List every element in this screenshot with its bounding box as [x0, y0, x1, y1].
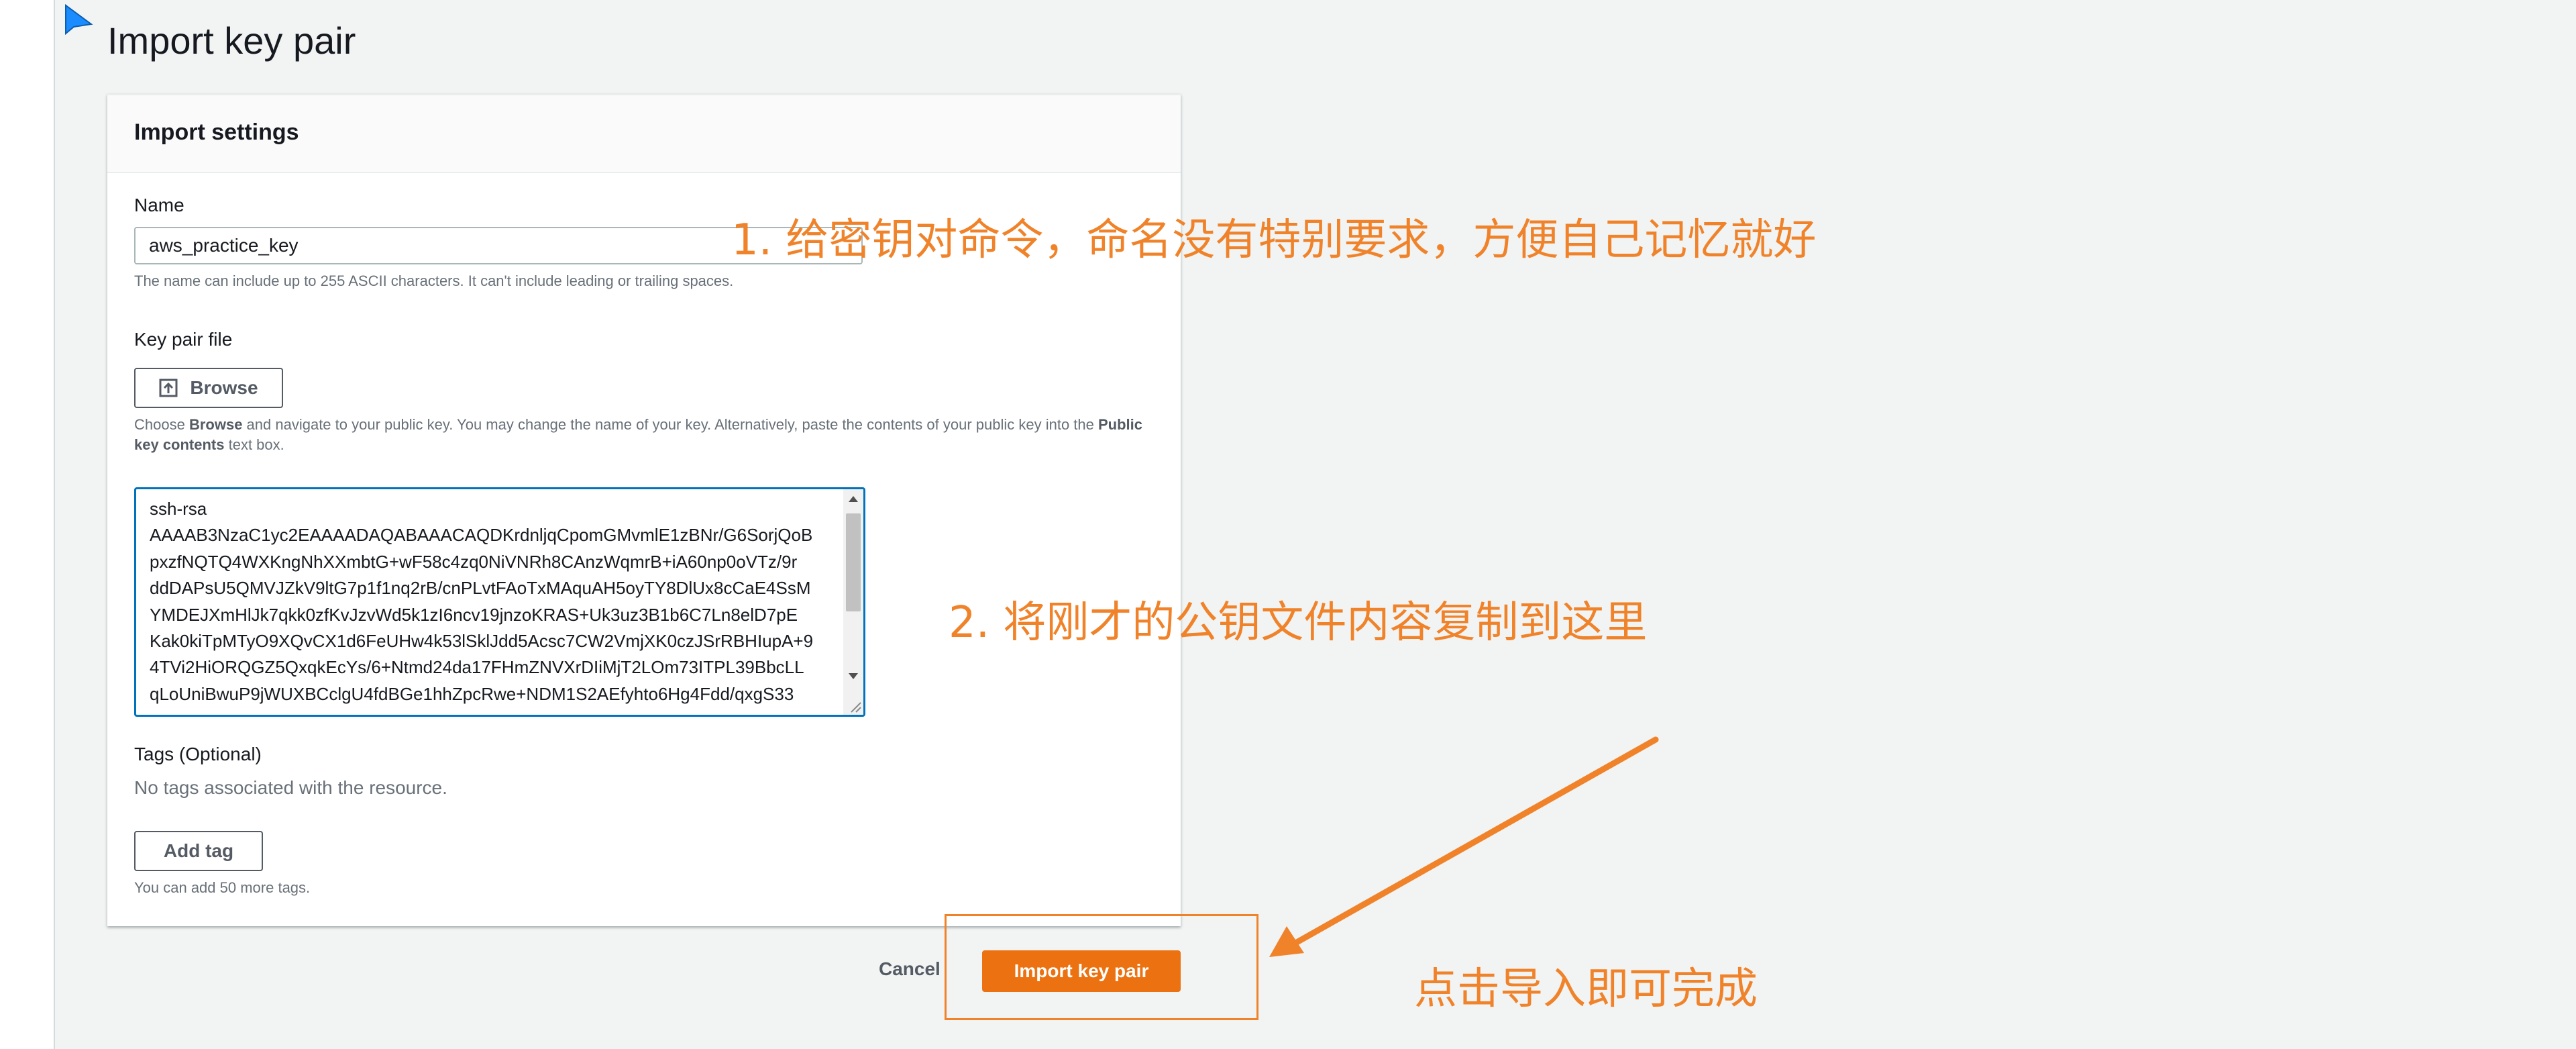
annotation-step-1: 1. 给密钥对命令，命名没有特别要求，方便自己记忆就好 [731, 215, 1817, 265]
scroll-down-arrow-icon[interactable] [849, 673, 858, 679]
annotation-highlight-box [945, 914, 1258, 1020]
browse-button[interactable]: Browse [134, 368, 283, 408]
browse-hint: Choose Browse and navigate to your publi… [134, 416, 1143, 453]
tags-label: Tags (Optional) [134, 744, 262, 764]
resize-grip-icon[interactable] [847, 699, 862, 713]
left-navigation-strip [0, 0, 55, 1049]
scroll-thumb[interactable] [846, 513, 861, 611]
tags-empty-text: No tags associated with the resource. [134, 777, 447, 798]
browse-label: Browse [190, 377, 258, 398]
key-pair-file-label: Key pair file [134, 329, 233, 350]
scroll-up-arrow-icon[interactable] [849, 496, 858, 502]
panel-title: Import settings [134, 119, 299, 145]
annotation-step-3: 点击导入即可完成 [1414, 964, 1758, 1014]
public-key-contents-textarea[interactable]: ssh-rsa AAAAB3NzaC1yc2EAAAADAQABAAACAQDKr… [134, 487, 865, 717]
annotation-step-2: 2. 将刚才的公钥文件内容复制到这里 [949, 598, 1648, 648]
page-title: Import key pair [107, 19, 356, 62]
cancel-button[interactable]: Cancel [879, 958, 941, 980]
textarea-scrollbar[interactable] [843, 489, 863, 715]
tags-hint: You can add 50 more tags. [134, 879, 311, 896]
upload-icon [159, 379, 178, 397]
public-key-text: ssh-rsa AAAAB3NzaC1yc2EAAAADAQABAAACAQDKr… [150, 499, 814, 704]
panel-header: Import settings [107, 95, 1181, 173]
name-hint: The name can include up to 255 ASCII cha… [134, 272, 734, 289]
mouse-cursor-icon [65, 4, 93, 36]
add-tag-button[interactable]: Add tag [134, 831, 263, 871]
name-label: Name [134, 195, 184, 215]
